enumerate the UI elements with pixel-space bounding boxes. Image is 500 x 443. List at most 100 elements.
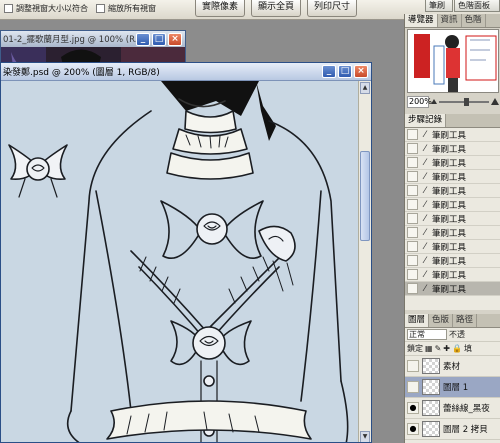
fit-screen-button[interactable]: 顯示全頁 <box>251 0 301 17</box>
layer-row[interactable]: 圖層 1 <box>405 377 500 398</box>
document-title: 染發鄭.psd @ 200% (圖層 1, RGB/8) <box>3 68 160 78</box>
history-item[interactable]: ⁄ 筆刷工具 <box>405 282 500 296</box>
history-item[interactable]: ⁄ 筆刷工具 <box>405 170 500 184</box>
history-item[interactable]: ⁄ 筆刷工具 <box>405 212 500 226</box>
history-list: ⁄ 筆刷工具 ⁄ 筆刷工具 ⁄ 筆刷工具 ⁄ 筆刷工具 ⁄ 筆刷工具 ⁄ 筆刷工具 ⁄ 筆刷工具 ⁄ 筆刷工具… <box>405 128 500 296</box>
scroll-down-arrow[interactable]: ▼ <box>360 431 370 442</box>
history-snapshot-checkbox[interactable] <box>407 283 418 294</box>
layer-name: 圖層 1 <box>443 383 469 393</box>
tab-history[interactable]: 步驟記錄 <box>405 114 447 127</box>
brush-tool-icon: ⁄ <box>424 143 426 154</box>
lock-all-icon[interactable]: 🔒 <box>452 344 462 353</box>
zoom-slider-knob[interactable] <box>464 97 469 106</box>
tab-channels[interactable]: 色版 <box>429 314 454 327</box>
layer-list: 素材圖層 1 ● 蕾絲線_黑夜 ● 圖層 2 拷貝 <box>405 356 500 440</box>
maximize-button[interactable]: □ <box>152 33 166 46</box>
lock-transparency-icon[interactable]: ▦ <box>425 344 433 353</box>
history-snapshot-checkbox[interactable] <box>407 185 418 196</box>
close-button[interactable]: × <box>168 33 182 46</box>
layer-thumbnail <box>422 421 440 437</box>
actual-pixels-button[interactable]: 實際像素 <box>195 0 245 17</box>
history-snapshot-checkbox[interactable] <box>407 143 418 154</box>
history-snapshot-checkbox[interactable] <box>407 171 418 182</box>
blend-mode-select[interactable]: 正常 <box>407 329 447 340</box>
checkbox-label: 調整視窗大小以符合 <box>16 3 88 13</box>
history-item[interactable]: ⁄ 筆刷工具 <box>405 254 500 268</box>
blend-row: 正常 不透 <box>405 328 500 342</box>
resize-windows-checkbox[interactable]: 調整視窗大小以符合 <box>4 2 88 14</box>
maximize-button[interactable]: □ <box>338 65 352 78</box>
print-size-button[interactable]: 列印尺寸 <box>307 0 357 17</box>
history-item-label: 筆刷工具 <box>432 200 467 211</box>
history-item[interactable]: ⁄ 筆刷工具 <box>405 128 500 142</box>
tab-paths[interactable]: 路徑 <box>453 314 478 327</box>
layers-tabs: 圖層 色版 路徑 <box>405 314 500 328</box>
eye-icon[interactable] <box>407 360 419 372</box>
history-item[interactable]: ⁄ 筆刷工具 <box>405 226 500 240</box>
zoom-all-windows-checkbox[interactable]: 縮放所有視窗 <box>96 2 156 14</box>
history-snapshot-checkbox[interactable] <box>407 241 418 252</box>
scroll-up-arrow[interactable]: ▲ <box>360 82 370 94</box>
layer-row[interactable]: ● 圖層 2 拷貝 <box>405 419 500 440</box>
history-item-label: 筆刷工具 <box>432 172 467 183</box>
vertical-scrollbar[interactable]: ▲ ▼ <box>358 81 371 442</box>
title-bar[interactable]: 染發鄭.psd @ 200% (圖層 1, RGB/8) _ □ × <box>1 63 371 81</box>
scrollbar-thumb[interactable] <box>360 151 370 241</box>
history-snapshot-checkbox[interactable] <box>407 129 418 140</box>
lock-move-icon[interactable]: ✚ <box>443 344 450 353</box>
brush-tool-icon: ⁄ <box>424 269 426 280</box>
history-snapshot-checkbox[interactable] <box>407 157 418 168</box>
checkbox-box[interactable] <box>4 3 13 13</box>
lock-brush-icon[interactable]: ✎ <box>435 344 442 353</box>
history-item-label: 筆刷工具 <box>432 144 467 155</box>
line-art-drawing <box>8 81 349 442</box>
eye-icon[interactable] <box>407 381 419 393</box>
tab-navigator[interactable]: 導覽器 <box>405 14 438 27</box>
history-snapshot-checkbox[interactable] <box>407 227 418 238</box>
lock-row: 鎖定 ▦ ✎ ✚ 🔒 填 <box>405 342 500 356</box>
history-item-label: 筆刷工具 <box>432 130 467 141</box>
layer-name: 蕾絲線_黑夜 <box>443 404 490 414</box>
history-item[interactable]: ⁄ 筆刷工具 <box>405 156 500 170</box>
navigator-preview[interactable] <box>407 29 499 93</box>
document-window-front[interactable]: 染發鄭.psd @ 200% (圖層 1, RGB/8) _ □ × ▲ ▼ <box>0 62 372 443</box>
zoom-field[interactable]: 200% <box>407 95 432 108</box>
document-canvas[interactable] <box>1 81 359 442</box>
layers-panel: 圖層 色版 路徑 正常 不透 鎖定 ▦ ✎ ✚ 🔒 填 素材圖層 1 ● 蕾絲線_黑… <box>405 314 500 443</box>
history-item[interactable]: ⁄ 筆刷工具 <box>405 142 500 156</box>
tab-histogram[interactable]: 色階 <box>462 14 486 27</box>
checkbox-box[interactable] <box>96 3 105 13</box>
eye-icon[interactable]: ● <box>407 423 419 435</box>
tab-brushes[interactable]: 筆刷 <box>425 0 453 12</box>
eye-icon[interactable]: ● <box>407 402 419 414</box>
brush-tool-icon: ⁄ <box>424 227 426 238</box>
history-snapshot-checkbox[interactable] <box>407 269 418 280</box>
lock-label: 鎖定 <box>407 344 423 353</box>
layer-name: 素材 <box>443 362 461 372</box>
minimize-button[interactable]: _ <box>136 33 150 46</box>
tab-info[interactable]: 資訊 <box>438 14 462 27</box>
tab-layers[interactable]: 圖層 <box>405 314 430 327</box>
layer-thumbnail <box>422 358 440 374</box>
minimize-button[interactable]: _ <box>322 65 336 78</box>
history-item[interactable]: ⁄ 筆刷工具 <box>405 184 500 198</box>
checkbox-label: 縮放所有視窗 <box>108 3 156 13</box>
history-item[interactable]: ⁄ 筆刷工具 <box>405 268 500 282</box>
history-item-label: 筆刷工具 <box>432 284 467 295</box>
tab-swatches[interactable]: 色階面板 <box>454 0 500 12</box>
zoom-slider[interactable] <box>439 97 489 106</box>
brush-tool-icon: ⁄ <box>424 171 426 182</box>
history-snapshot-checkbox[interactable] <box>407 255 418 266</box>
history-item-label: 筆刷工具 <box>432 214 467 225</box>
zoom-in-icon[interactable] <box>491 98 499 105</box>
layer-row[interactable]: ● 蕾絲線_黑夜 <box>405 398 500 419</box>
close-button[interactable]: × <box>354 65 368 78</box>
history-item[interactable]: ⁄ 筆刷工具 <box>405 240 500 254</box>
navigator-thumbnail-image <box>408 30 498 92</box>
history-snapshot-checkbox[interactable] <box>407 199 418 210</box>
layer-row[interactable]: 素材 <box>405 356 500 377</box>
title-bar[interactable]: 01-2_擺歌蘭月型.jpg @ 100% (R... _ □ × <box>1 31 185 47</box>
zoom-out-icon[interactable] <box>431 99 437 104</box>
history-item[interactable]: ⁄ 筆刷工具 <box>405 198 500 212</box>
history-snapshot-checkbox[interactable] <box>407 213 418 224</box>
